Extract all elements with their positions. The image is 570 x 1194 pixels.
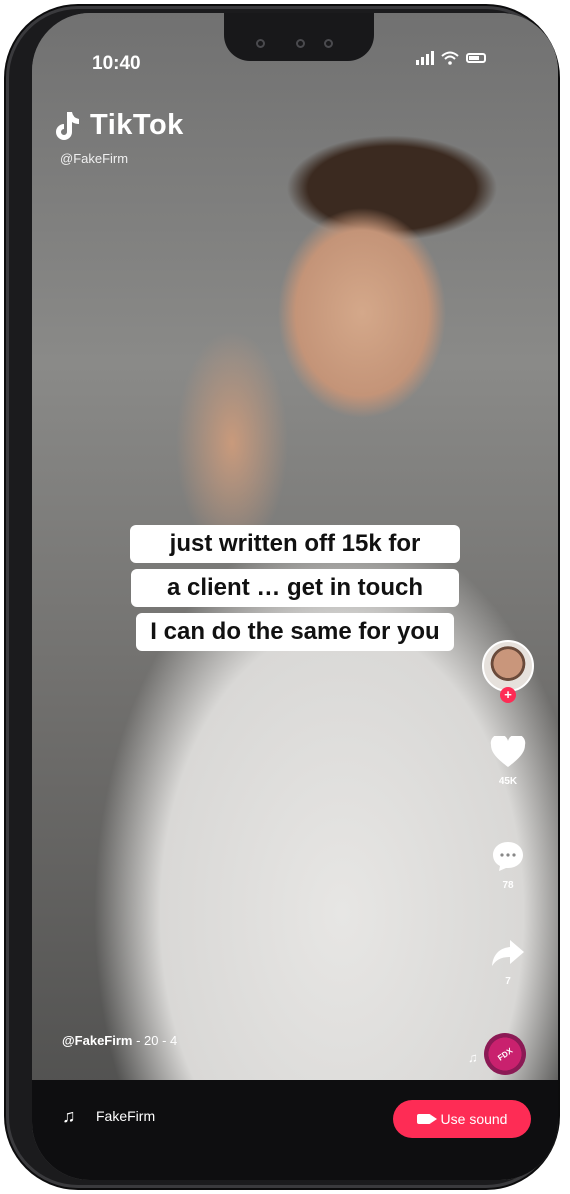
video-date: - 20 - 4 bbox=[132, 1033, 178, 1048]
use-sound-label: Use sound bbox=[440, 1111, 508, 1127]
comment-icon bbox=[493, 842, 523, 871]
signal-icon bbox=[416, 51, 434, 65]
use-sound-button[interactable]: Use sound bbox=[393, 1100, 531, 1138]
share-icon bbox=[492, 940, 524, 966]
comment-button[interactable]: 78 bbox=[483, 840, 533, 891]
sound-bar: ♫ FakeFirm Use sound bbox=[32, 1090, 558, 1160]
like-count: 45K bbox=[498, 776, 518, 787]
tiktok-note-icon bbox=[56, 111, 79, 140]
music-disc-label: FDX bbox=[495, 1045, 515, 1063]
comment-count: 78 bbox=[502, 880, 514, 891]
like-button[interactable]: 45K bbox=[483, 736, 533, 787]
music-note-icon: ♫ bbox=[468, 1050, 478, 1065]
video-meta: @FakeFirm - 20 - 4 bbox=[62, 1033, 177, 1048]
video-author[interactable]: @FakeFirm bbox=[62, 1033, 132, 1048]
music-note-icon: ♫ bbox=[62, 1106, 76, 1126]
tiktok-wordmark: TikTok bbox=[90, 109, 184, 141]
caption-line: just written off 15k for bbox=[129, 525, 461, 563]
creator-avatar[interactable] bbox=[482, 640, 534, 692]
caption-line: a client … get in touch bbox=[130, 569, 460, 607]
camera-lens bbox=[296, 39, 305, 48]
video-screen[interactable]: 10:40 TikTok @FakeFirm just written off … bbox=[32, 13, 558, 1180]
brand-handle: @FakeFirm bbox=[60, 151, 129, 166]
sound-name[interactable]: FakeFirm bbox=[96, 1108, 155, 1124]
video-caption: just written off 15k for a client … get … bbox=[32, 525, 558, 657]
share-count: 7 bbox=[505, 976, 511, 987]
sensor-dot bbox=[256, 39, 265, 48]
heart-icon bbox=[490, 736, 526, 767]
wifi-icon bbox=[441, 51, 459, 65]
tiktok-logo: TikTok bbox=[54, 109, 184, 142]
status-time: 10:40 bbox=[92, 53, 141, 74]
share-button[interactable]: 7 bbox=[483, 938, 533, 987]
follow-button[interactable]: + bbox=[500, 687, 516, 703]
camera-notch bbox=[224, 13, 374, 61]
battery-icon bbox=[466, 53, 486, 63]
video-camera-icon bbox=[416, 1114, 437, 1124]
caption-line: I can do the same for you bbox=[136, 613, 454, 651]
camera-lens bbox=[324, 39, 333, 48]
status-icons bbox=[416, 51, 486, 65]
